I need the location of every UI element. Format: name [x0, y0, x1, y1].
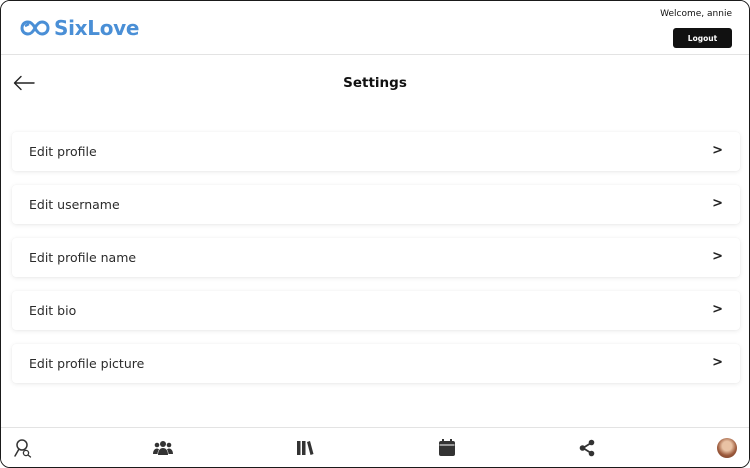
nav-item-profile[interactable] [716, 437, 738, 459]
page-title: Settings [343, 75, 407, 91]
settings-item-label: Edit profile name [29, 250, 137, 265]
settings-item-edit-profile[interactable]: Edit profile > [12, 132, 740, 171]
settings-item-label: Edit username [29, 197, 120, 212]
settings-list: Edit profile > Edit username > Edit prof… [12, 132, 740, 397]
search-user-icon [14, 439, 32, 458]
logout-button[interactable]: Logout [673, 28, 732, 48]
avatar [717, 438, 737, 458]
group-icon [153, 441, 173, 455]
calendar-icon [439, 439, 455, 456]
library-icon [297, 441, 314, 455]
settings-item-label: Edit profile [29, 144, 97, 159]
bottom-nav [1, 427, 749, 467]
nav-item-group[interactable] [152, 437, 174, 459]
header: SixLove Welcome, annie Logout [1, 1, 749, 55]
infinity-logo-icon [20, 20, 50, 36]
chevron-right-icon: > [712, 302, 723, 317]
app-window: SixLove Welcome, annie Logout Settings E… [0, 0, 750, 468]
chevron-right-icon: > [712, 143, 723, 158]
logo[interactable]: SixLove [20, 16, 139, 40]
settings-item-edit-profile-picture[interactable]: Edit profile picture > [12, 344, 740, 383]
welcome-text: Welcome, annie [660, 9, 732, 19]
settings-item-edit-username[interactable]: Edit username > [12, 185, 740, 224]
settings-item-edit-bio[interactable]: Edit bio > [12, 291, 740, 330]
settings-item-label: Edit profile picture [29, 356, 145, 371]
settings-item-label: Edit bio [29, 303, 77, 318]
chevron-right-icon: > [712, 355, 723, 370]
nav-item-library[interactable] [294, 437, 316, 459]
settings-item-edit-profile-name[interactable]: Edit profile name > [12, 238, 740, 277]
nav-item-share[interactable] [576, 437, 598, 459]
nav-item-calendar[interactable] [436, 437, 458, 459]
nav-item-search[interactable] [12, 437, 34, 459]
chevron-right-icon: > [712, 196, 723, 211]
chevron-right-icon: > [712, 249, 723, 264]
share-icon [579, 439, 595, 457]
brand-name: SixLove [54, 16, 140, 40]
